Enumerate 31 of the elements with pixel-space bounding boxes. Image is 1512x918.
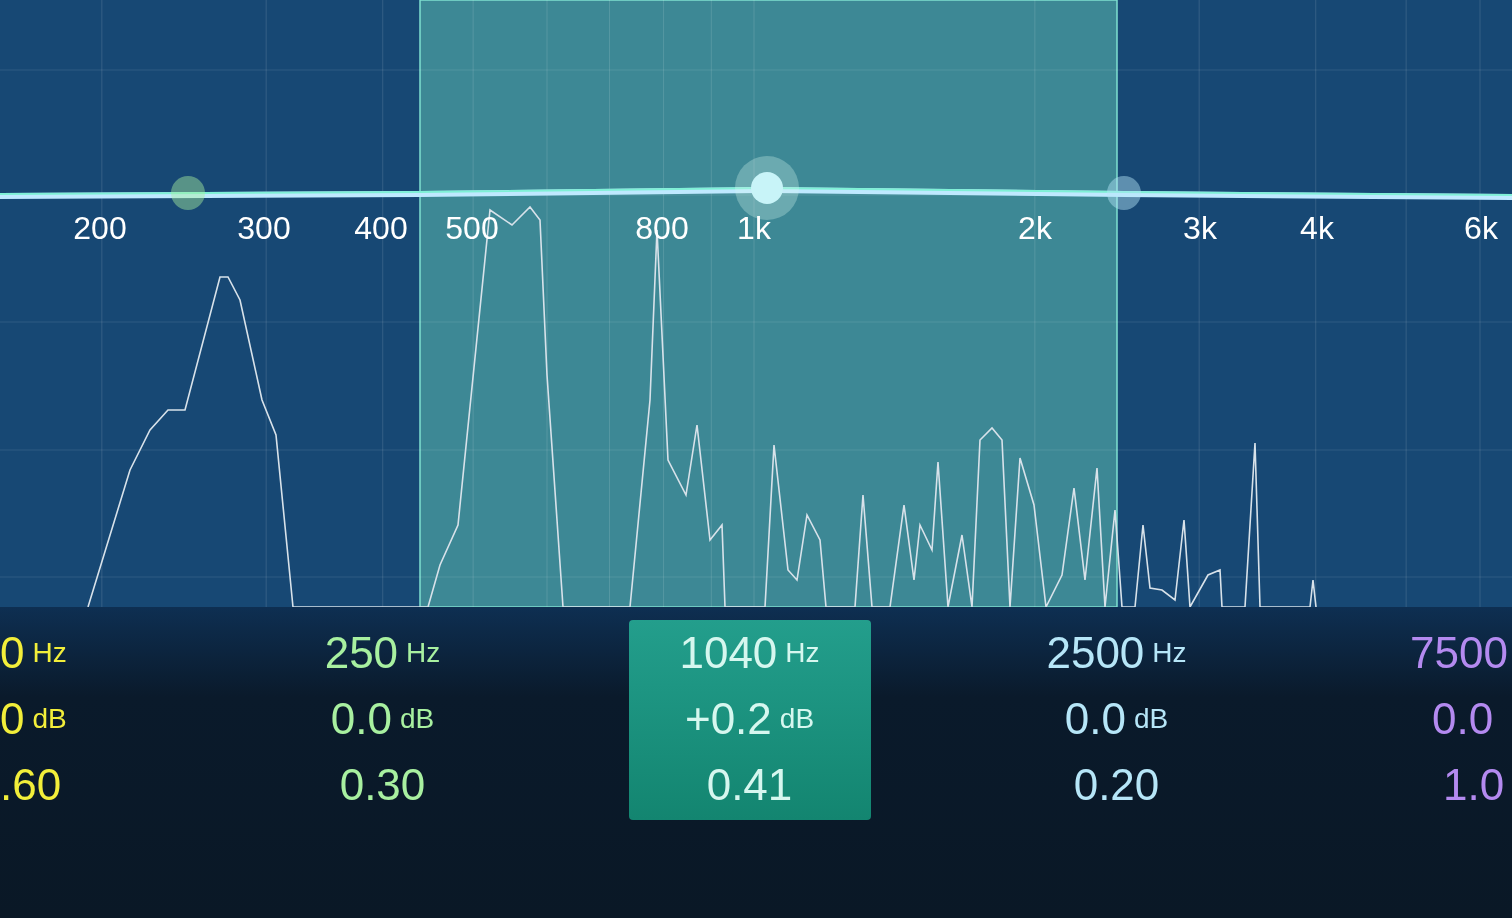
band-frequency: 0 Hz: [0, 627, 67, 679]
band-card[interactable]: 250 Hz 0.0 dB 0.30: [261, 620, 504, 820]
band-card[interactable]: 7500 0.0 1.0: [1410, 620, 1508, 820]
band-gain: 0.0: [1431, 693, 1494, 745]
frequency-label: 3k: [1183, 210, 1217, 247]
frequency-label: 6k: [1464, 210, 1498, 247]
band-frequency: 250 Hz: [324, 627, 441, 679]
band-node[interactable]: [1107, 176, 1141, 210]
frequency-label: 4k: [1300, 210, 1334, 247]
frequency-label: 1k: [737, 210, 771, 247]
frequency-label: 300: [237, 210, 291, 247]
band-q: 0.20: [1073, 759, 1160, 811]
band-gain: 0 dB: [0, 693, 67, 745]
band-gain: +0.2 dB: [684, 693, 815, 745]
band-q: 0.30: [339, 759, 426, 811]
frequency-label: 200: [73, 210, 127, 247]
band-card[interactable]: 0 Hz 0 dB .60: [0, 620, 67, 820]
selected-band-card[interactable]: 1040 Hz +0.2 dB 0.41: [628, 620, 871, 820]
band-node[interactable]: [171, 176, 205, 210]
band-frequency: 1040 Hz: [679, 627, 820, 679]
frequency-label: 400: [354, 210, 408, 247]
band-q: .60: [0, 759, 62, 811]
band-gain: 0.0 dB: [330, 693, 435, 745]
band-frequency: 7500: [1410, 627, 1508, 679]
band-card[interactable]: 2500 Hz 0.0 dB 0.20: [995, 620, 1238, 820]
band-q: 1.0: [1442, 759, 1505, 811]
band-q: 0.41: [706, 759, 793, 811]
band-frequency: 2500 Hz: [1046, 627, 1187, 679]
band-gain: 0.0 dB: [1064, 693, 1169, 745]
frequency-label: 800: [635, 210, 689, 247]
frequency-label: 2k: [1018, 210, 1052, 247]
